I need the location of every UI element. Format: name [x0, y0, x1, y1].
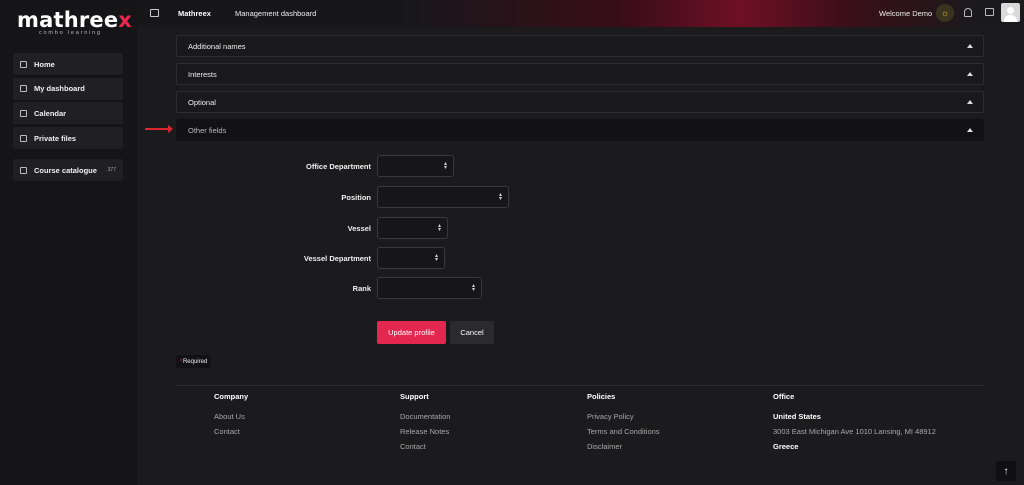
vessel-select[interactable]: ▴ ▾ [377, 217, 448, 239]
vessel-department-select[interactable]: ▴ ▾ [377, 247, 445, 269]
office-country: Greece [773, 442, 799, 451]
footer-heading: Office [773, 392, 795, 401]
footer-heading: Policies [587, 392, 616, 401]
footer-link-documentation[interactable]: Documentation [400, 413, 450, 421]
section-additional-names[interactable]: Additional names [176, 35, 984, 57]
vessel-label: Vessel [347, 224, 371, 233]
sidebar-item-course-catalogue[interactable]: Course catalogue 377 [13, 159, 123, 181]
sidebar-item-label: Calendar [34, 108, 67, 118]
sidebar-item-my-dashboard[interactable]: My dashboard [13, 77, 123, 100]
select-arrows-icon: ▴ ▾ [434, 253, 438, 263]
office-department-label: Office Department [305, 162, 371, 171]
section-title: Interests [188, 69, 217, 79]
rank-label: Rank [352, 284, 371, 293]
vessel-department-label: Vessel Department [303, 254, 371, 263]
scroll-to-top-button[interactable]: ↑ [996, 461, 1016, 481]
required-label: Required [182, 358, 208, 365]
sidebar: mathreex combo learning Home My dashboar… [0, 0, 137, 485]
chat-icon[interactable] [985, 8, 994, 16]
management-dashboard-link[interactable]: Management dashboard [235, 9, 316, 18]
logo-main-text: mathree [17, 8, 119, 32]
sidebar-item-calendar[interactable]: Calendar [13, 102, 123, 125]
required-star: * [180, 358, 182, 365]
footer-company: Company About Us Contact [214, 392, 248, 443]
logo[interactable]: mathreex combo learning [17, 8, 132, 40]
sidebar-item-label: Private files [34, 133, 77, 143]
top-navbar: Mathreex Management dashboard Welcome De… [137, 0, 1024, 27]
sidebar-item-label: Course catalogue [34, 165, 97, 175]
position-label: Position [341, 193, 371, 202]
section-interests[interactable]: Interests [176, 63, 984, 85]
section-title: Optional [188, 97, 216, 107]
footer-link-release-notes[interactable]: Release Notes [400, 428, 450, 436]
home-icon [20, 60, 27, 68]
logo-wordmark: mathreex [17, 8, 132, 32]
office-country: United States [773, 412, 821, 421]
section-title: Other fields [188, 125, 227, 135]
chevron-up-icon [967, 44, 973, 48]
section-optional[interactable]: Optional [176, 91, 984, 113]
select-arrows-icon: ▴ ▾ [498, 192, 502, 202]
footer-link-disclaimer[interactable]: Disclaimer [587, 443, 660, 451]
chevron-up-icon [967, 128, 973, 132]
office-department-select[interactable]: ▴ ▾ [377, 155, 454, 177]
footer-heading: Support [400, 392, 429, 401]
chevron-up-icon [967, 72, 973, 76]
files-icon [20, 134, 27, 142]
sidebar-item-private-files[interactable]: Private files [13, 127, 123, 150]
footer-link-contact[interactable]: Contact [400, 443, 450, 451]
position-select[interactable]: ▴ ▾ [377, 186, 509, 208]
footer-office: Office United States 3003 East Michigan … [773, 392, 936, 458]
footer-link-about-us[interactable]: About Us [214, 413, 248, 421]
navbar-brand-link[interactable]: Mathreex [178, 9, 211, 18]
select-arrows-icon: ▴ ▾ [471, 283, 475, 293]
section-title: Additional names [188, 41, 246, 51]
office-address: 3003 East Michigan Ave 1010 Lansing, MI … [773, 427, 936, 436]
rank-select[interactable]: ▴ ▾ [377, 277, 482, 299]
sun-icon[interactable]: ☼ [936, 4, 954, 22]
course-count-badge: 377 [107, 167, 116, 173]
cancel-button[interactable]: Cancel [450, 321, 494, 344]
annotation-arrow-icon [145, 125, 173, 133]
footer-link-terms[interactable]: Terms and Conditions [587, 428, 660, 436]
avatar[interactable] [1001, 3, 1020, 22]
select-arrows-icon: ▴ ▾ [437, 223, 441, 233]
logo-accent-text: x [118, 8, 133, 32]
sidebar-nav: Home My dashboard Calendar Private files… [13, 53, 123, 181]
section-other-fields[interactable]: Other fields [176, 119, 984, 141]
chevron-up-icon [967, 100, 973, 104]
welcome-text: Welcome Demo [879, 9, 933, 18]
footer-policies: Policies Privacy Policy Terms and Condit… [587, 392, 660, 458]
footer-link-contact[interactable]: Contact [214, 428, 248, 436]
footer-divider [176, 385, 984, 386]
footer-heading: Company [214, 392, 249, 401]
footer-support: Support Documentation Release Notes Cont… [400, 392, 450, 458]
calendar-icon [20, 109, 27, 117]
select-arrows-icon: ▴ ▾ [443, 161, 447, 171]
sidebar-toggle-icon[interactable] [150, 9, 159, 17]
sidebar-item-label: Home [34, 59, 55, 69]
sidebar-item-label: My dashboard [34, 84, 85, 94]
footer-link-privacy-policy[interactable]: Privacy Policy [587, 413, 660, 421]
bell-icon[interactable] [964, 8, 972, 17]
required-note: * Required [176, 355, 212, 368]
dashboard-icon [20, 85, 27, 93]
sidebar-item-home[interactable]: Home [13, 53, 123, 75]
catalogue-icon [20, 166, 27, 174]
update-profile-button[interactable]: Update profile [377, 321, 446, 344]
